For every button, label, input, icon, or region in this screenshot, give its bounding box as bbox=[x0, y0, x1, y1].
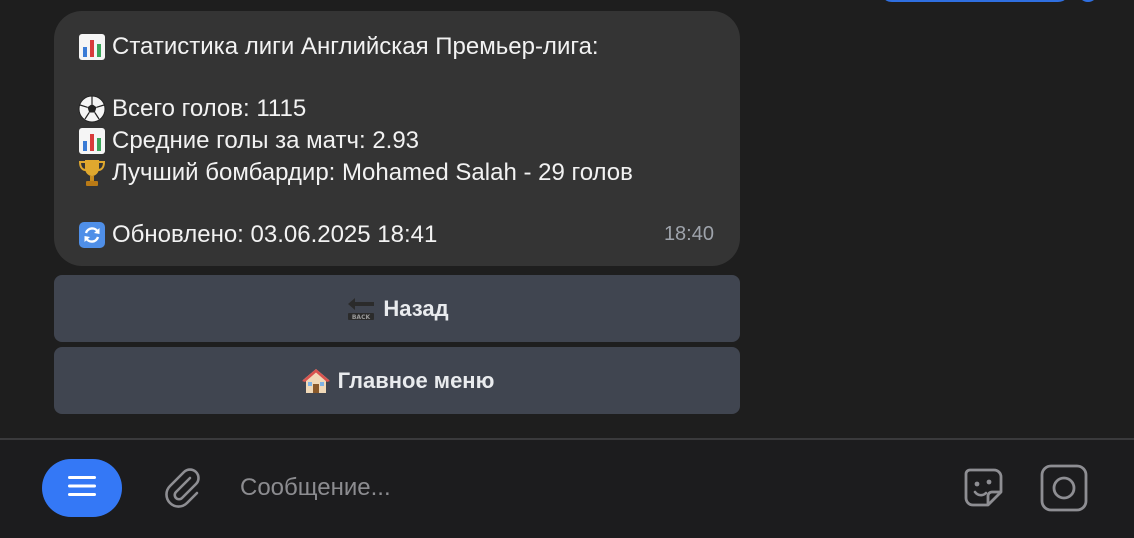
top-scorer: Лучший бомбардир: Mohamed Salah - 29 гол… bbox=[112, 159, 633, 186]
main-menu-button[interactable]: Главное меню bbox=[54, 347, 740, 414]
total-goals-line: Всего голов: 1115 bbox=[78, 93, 718, 125]
bot-menu-button[interactable] bbox=[42, 459, 122, 517]
updated-timestamp: Обновлено: 03.06.2025 18:41 bbox=[112, 221, 438, 248]
svg-text:BACK: BACK bbox=[352, 314, 371, 321]
message-input[interactable] bbox=[240, 468, 920, 508]
top-scorer-line: Лучший бомбардир: Mohamed Salah - 29 гол… bbox=[78, 157, 718, 189]
back-arrow-icon: BACK bbox=[345, 293, 377, 325]
house-icon bbox=[300, 365, 332, 397]
bar-chart-icon bbox=[78, 125, 112, 157]
camera-button[interactable] bbox=[1038, 464, 1090, 516]
sticker-button[interactable] bbox=[956, 462, 1010, 516]
input-bar bbox=[0, 440, 1134, 538]
refresh-icon bbox=[78, 219, 112, 251]
back-button-label: Назад bbox=[383, 295, 449, 321]
bar-chart-icon bbox=[78, 31, 112, 63]
main-menu-button-label: Главное меню bbox=[337, 367, 495, 393]
message-title: Статистика лиги Английская Премьер-лига: bbox=[112, 33, 599, 60]
outgoing-message-tail bbox=[1078, 0, 1098, 2]
message-bubble: Статистика лиги Английская Премьер-лига:… bbox=[54, 11, 740, 266]
message-title-line: Статистика лиги Английская Премьер-лига: bbox=[78, 31, 718, 63]
avg-goals-line: Средние голы за матч: 2.93 bbox=[78, 125, 718, 157]
soccer-ball-icon bbox=[78, 93, 112, 125]
message-time: 18:40 bbox=[663, 223, 714, 245]
outgoing-message-bubble bbox=[880, 0, 1070, 2]
attach-button[interactable] bbox=[158, 464, 206, 512]
chat-area[interactable]: Статистика лиги Английская Премьер-лига:… bbox=[0, 0, 1134, 438]
paperclip-icon bbox=[160, 464, 204, 513]
total-goals: Всего голов: 1115 bbox=[112, 95, 307, 122]
camera-icon bbox=[1039, 463, 1089, 518]
menu-icon bbox=[66, 474, 98, 503]
trophy-icon bbox=[78, 157, 112, 189]
avg-goals: Средние голы за матч: 2.93 bbox=[112, 127, 420, 154]
updated-line: Обновлено: 03.06.2025 18:41 bbox=[78, 219, 718, 251]
sticker-icon bbox=[958, 462, 1008, 517]
back-button[interactable]: BACK Назад bbox=[54, 275, 740, 342]
